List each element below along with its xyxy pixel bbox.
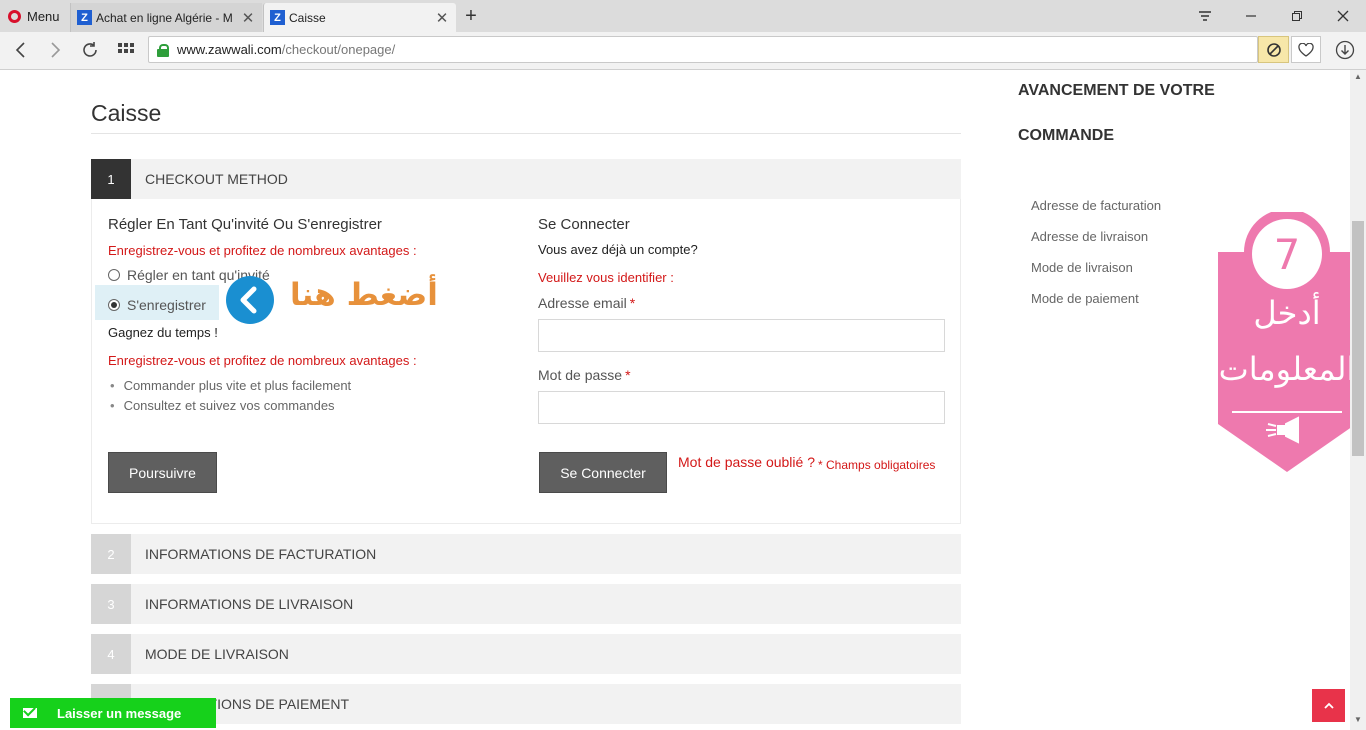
- minimize-icon[interactable]: [1228, 0, 1274, 32]
- email-label-text: Adresse email: [538, 295, 627, 311]
- zawwali-favicon-icon: Z: [270, 10, 285, 25]
- progress-title-line2: COMMANDE: [1018, 127, 1114, 144]
- continue-button[interactable]: Poursuivre: [108, 452, 217, 493]
- speed-dial-grid-icon[interactable]: [112, 37, 140, 63]
- register-promo-text: Enregistrez-vous et profitez de nombreux…: [108, 243, 417, 258]
- ad-blocker-icon[interactable]: [1258, 36, 1289, 63]
- list-item: Consultez et suivez vos commandes: [110, 398, 351, 413]
- progress-link-shipping-method[interactable]: Mode de livraison: [1031, 260, 1133, 275]
- tab-achat-en-ligne[interactable]: Z Achat en ligne Algérie - M ✕: [70, 3, 262, 32]
- back-button[interactable]: [6, 37, 34, 63]
- step-shipping-info[interactable]: 3 INFORMATIONS DE LIVRAISON: [91, 584, 961, 624]
- close-tab-icon[interactable]: ✕: [434, 9, 450, 27]
- step-badge: 7 أدخل المعلومات: [1218, 212, 1356, 474]
- tab-title: Achat en ligne Algérie - M: [96, 10, 233, 25]
- url-path: /checkout/onepage/: [281, 42, 396, 57]
- required-asterisk: *: [625, 367, 631, 383]
- step-billing-info[interactable]: 2 INFORMATIONS DE FACTURATION: [91, 534, 961, 574]
- password-label: Mot de passe *: [538, 367, 631, 383]
- close-window-icon[interactable]: [1320, 0, 1366, 32]
- email-label: Adresse email *: [538, 295, 635, 311]
- progress-link-billing[interactable]: Adresse de facturation: [1031, 198, 1161, 213]
- leave-message-widget[interactable]: Laisser un message: [10, 698, 216, 728]
- new-tab-button[interactable]: +: [460, 3, 482, 29]
- scroll-to-top-button[interactable]: [1312, 689, 1345, 722]
- browser-tab-bar: Menu Z Achat en ligne Algérie - M ✕ Z Ca…: [0, 0, 1366, 32]
- zawwali-favicon-icon: Z: [77, 10, 92, 25]
- progress-link-shipping[interactable]: Adresse de livraison: [1031, 229, 1148, 244]
- radio-circle-selected[interactable]: [108, 299, 120, 311]
- downloads-icon[interactable]: [1331, 37, 1359, 63]
- tab-caisse[interactable]: Z Caisse ✕: [263, 3, 456, 32]
- radio-register-label: S'enregistrer: [127, 297, 206, 313]
- login-section-title: Se Connecter: [538, 216, 630, 233]
- step-checkout-method[interactable]: 1 CHECKOUT METHOD: [91, 159, 961, 199]
- email-field[interactable]: [538, 319, 945, 352]
- forgot-password-link[interactable]: Mot de passe oublié ?: [678, 454, 815, 470]
- leave-message-label: Laisser un message: [57, 705, 182, 721]
- step-number: 3: [91, 584, 131, 624]
- page-title: Caisse: [91, 100, 162, 126]
- step-shipping-method[interactable]: 4 MODE DE LIVRAISON: [91, 634, 961, 674]
- please-login-text: Veuillez vous identifier :: [538, 270, 674, 285]
- have-account-text: Vous avez déjà un compte?: [538, 242, 698, 257]
- forward-button[interactable]: [42, 37, 70, 63]
- restore-icon[interactable]: [1274, 0, 1320, 32]
- opera-logo-icon: [8, 9, 21, 23]
- progress-link-payment[interactable]: Mode de paiement: [1031, 291, 1139, 306]
- password-label-text: Mot de passe: [538, 367, 623, 383]
- radio-circle[interactable]: [108, 269, 120, 281]
- progress-title-line1: AVANCEMENT DE VOTRE: [1018, 82, 1215, 99]
- scrollbar-thumb[interactable]: [1352, 221, 1364, 456]
- benefits-list: Commander plus vite et plus facilement C…: [110, 378, 352, 418]
- page-scrollbar[interactable]: ▲ ▼: [1350, 70, 1366, 730]
- radio-register[interactable]: S'enregistrer: [108, 297, 206, 313]
- badge-number: 7: [1273, 230, 1301, 279]
- tab-title: Caisse: [289, 10, 326, 25]
- url-domain: www.zawwali.com: [177, 42, 282, 57]
- hint-click-here-text: أضغط هنا: [290, 277, 438, 313]
- list-item: Commander plus vite et plus facilement: [110, 378, 352, 393]
- login-button[interactable]: Se Connecter: [539, 452, 667, 493]
- url-input[interactable]: www.zawwali.com/checkout/onepage/: [148, 36, 1258, 63]
- step-label: CHECKOUT METHOD: [145, 171, 288, 187]
- scroll-down-icon[interactable]: ▼: [1354, 715, 1362, 724]
- address-bar: www.zawwali.com/checkout/onepage/: [0, 32, 1366, 70]
- scroll-up-icon[interactable]: ▲: [1354, 72, 1362, 81]
- bookmark-heart-icon[interactable]: [1291, 36, 1321, 63]
- step-label: INFORMATIONS DE FACTURATION: [145, 546, 377, 562]
- required-asterisk: *: [629, 295, 636, 311]
- step-label: MODE DE LIVRAISON: [145, 646, 289, 662]
- step-number: 2: [91, 534, 131, 574]
- opera-menu-button[interactable]: Menu: [0, 0, 66, 32]
- checkout-method-panel: Régler En Tant Qu'invité Ou S'enregistre…: [91, 199, 961, 524]
- envelope-icon: [23, 708, 37, 718]
- badge-line1: أدخل: [1253, 294, 1321, 332]
- badge-line2: المعلومات: [1218, 350, 1356, 388]
- close-tab-icon[interactable]: ✕: [240, 9, 256, 27]
- secure-lock-icon: [157, 43, 169, 57]
- tab-menu-icon[interactable]: [1182, 0, 1228, 32]
- step-label: INFORMATIONS DE LIVRAISON: [145, 596, 354, 612]
- guest-section-title: Régler En Tant Qu'invité Ou S'enregistre…: [108, 216, 382, 233]
- step-number: 4: [91, 634, 131, 674]
- password-field[interactable]: [538, 391, 945, 424]
- save-time-text: Gagnez du temps !: [108, 325, 218, 340]
- title-divider: [91, 133, 961, 134]
- register-promo-text-2: Enregistrez-vous et profitez de nombreux…: [108, 353, 417, 368]
- step-payment-info[interactable]: 5 INFORMATIONS DE PAIEMENT: [91, 684, 961, 724]
- required-fields-note: * Champs obligatoires: [818, 458, 936, 472]
- reload-button[interactable]: [76, 37, 104, 63]
- page-content: Caisse 1 CHECKOUT METHOD Régler En Tant …: [0, 70, 1366, 730]
- menu-label: Menu: [27, 8, 60, 24]
- hint-arrow-icon[interactable]: [226, 276, 274, 324]
- step-number: 1: [91, 159, 131, 199]
